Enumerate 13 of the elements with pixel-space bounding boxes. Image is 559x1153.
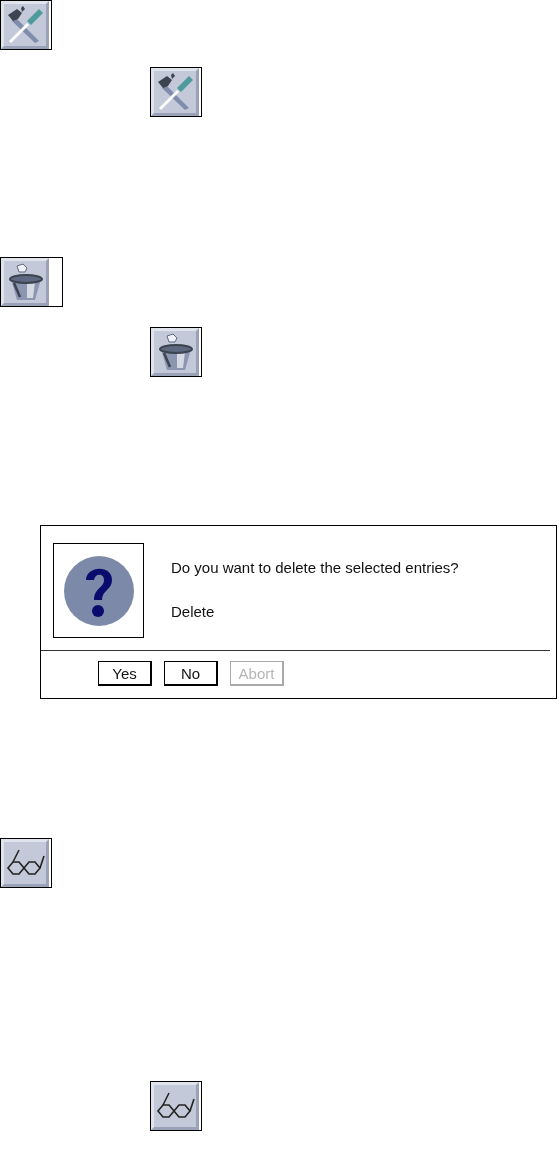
dialog-button[interactable]: No — [164, 661, 218, 686]
hammer-screwdriver-icon — [5, 5, 45, 45]
dialog-button[interactable]: Yes — [98, 661, 152, 686]
tools-button[interactable] — [0, 0, 52, 50]
dialog-title: Delete — [171, 603, 216, 620]
bucket-button[interactable] — [150, 327, 202, 377]
dialog-message: Do you want to delete the selected entries? — [171, 559, 459, 576]
view-button[interactable] — [150, 1081, 202, 1131]
view-button[interactable] — [0, 838, 52, 888]
hammer-screwdriver-icon — [155, 72, 195, 112]
question-icon — [63, 553, 134, 628]
tools-button[interactable] — [150, 67, 202, 117]
bucket-button[interactable] — [0, 257, 63, 307]
